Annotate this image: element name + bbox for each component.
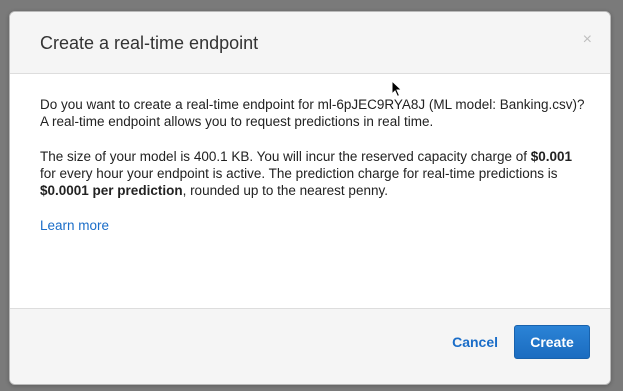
pricing-description: The size of your model is 400.1 KB. You … bbox=[40, 148, 586, 199]
mouse-pointer-icon bbox=[391, 80, 403, 98]
pricing-text-3: , rounded up to the nearest penny. bbox=[182, 183, 388, 198]
prediction-price: $0.0001 per prediction bbox=[40, 183, 183, 198]
close-icon[interactable]: × bbox=[583, 32, 592, 48]
pricing-text-2: for every hour your endpoint is active. … bbox=[40, 166, 558, 181]
endpoint-description: Do you want to create a real-time endpoi… bbox=[40, 97, 585, 129]
hourly-price: $0.001 bbox=[530, 149, 573, 164]
cancel-button[interactable]: Cancel bbox=[452, 334, 498, 350]
dialog-footer: Cancel Create bbox=[10, 308, 610, 384]
dialog-body: Do you want to create a real-time endpoi… bbox=[40, 96, 586, 234]
create-button[interactable]: Create bbox=[514, 325, 590, 359]
dialog-header: Create a real-time endpoint × bbox=[10, 12, 610, 74]
learn-more-link[interactable]: Learn more bbox=[40, 218, 109, 233]
create-endpoint-dialog: Create a real-time endpoint × Do you wan… bbox=[9, 11, 611, 385]
pricing-text-1: The size of your model is 400.1 KB. You … bbox=[40, 149, 531, 164]
dialog-title: Create a real-time endpoint bbox=[40, 33, 259, 53]
